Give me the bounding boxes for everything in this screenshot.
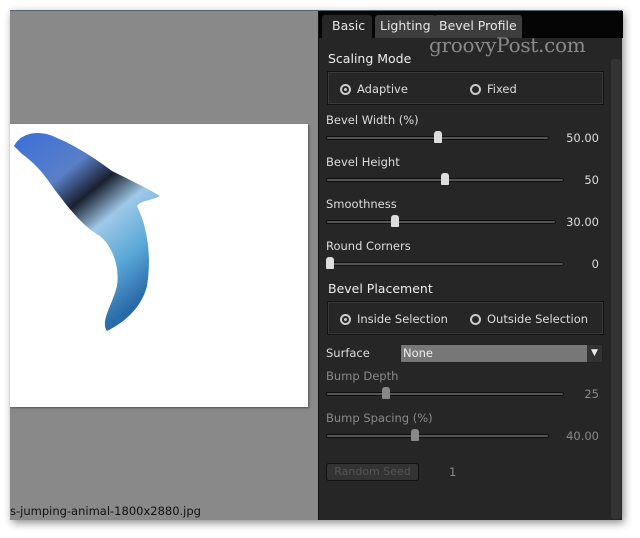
bevel-height-value: 50 bbox=[584, 173, 599, 187]
bump-depth-label: Bump Depth bbox=[326, 369, 399, 383]
surface-label: Surface bbox=[326, 346, 370, 360]
tab-basic[interactable]: Basic bbox=[322, 15, 372, 38]
surface-select[interactable]: None ▼ bbox=[400, 344, 603, 363]
slider-track bbox=[326, 220, 556, 224]
bevel-dialog: s-jumping-animal-1800x2880.jpg Basic Lig… bbox=[10, 10, 623, 520]
scaling-mode-title: Scaling Mode bbox=[328, 51, 412, 66]
radio-outside-selection[interactable]: Outside Selection bbox=[470, 312, 588, 326]
slider-track bbox=[326, 262, 564, 266]
chevron-down-icon[interactable]: ▼ bbox=[587, 345, 602, 362]
bump-spacing-value: 40.00 bbox=[566, 429, 599, 443]
bevel-width-label: Bevel Width (%) bbox=[326, 113, 419, 127]
radio-unselected-icon bbox=[470, 313, 481, 325]
bevel-width-slider[interactable] bbox=[326, 131, 549, 143]
radio-selected-icon bbox=[340, 313, 351, 325]
preview-canvas bbox=[10, 124, 308, 407]
radio-label: Adaptive bbox=[357, 82, 408, 96]
radio-unselected-icon bbox=[470, 83, 481, 95]
radio-adaptive[interactable]: Adaptive bbox=[340, 82, 408, 96]
random-seed-button[interactable]: Random Seed bbox=[326, 463, 419, 481]
bevel-height-slider[interactable] bbox=[326, 173, 564, 185]
radio-fixed[interactable]: Fixed bbox=[470, 82, 517, 96]
preview-area: s-jumping-animal-1800x2880.jpg bbox=[10, 11, 317, 520]
scrollbar[interactable] bbox=[611, 59, 621, 519]
smoothness-label: Smoothness bbox=[326, 197, 397, 211]
bump-depth-slider[interactable] bbox=[326, 387, 564, 399]
bump-depth-value: 25 bbox=[584, 387, 599, 401]
smoothness-value: 30.00 bbox=[566, 215, 599, 229]
bump-spacing-slider[interactable] bbox=[326, 429, 549, 441]
slider-thumb[interactable] bbox=[411, 429, 420, 441]
round-corners-label: Round Corners bbox=[326, 239, 411, 253]
radio-label: Outside Selection bbox=[487, 312, 589, 326]
slider-thumb[interactable] bbox=[381, 387, 390, 399]
bevel-placement-group: Inside Selection Outside Selection bbox=[327, 301, 604, 335]
bump-spacing-label: Bump Spacing (%) bbox=[326, 411, 433, 425]
radio-selected-icon bbox=[340, 83, 351, 95]
smoothness-slider[interactable] bbox=[326, 215, 556, 227]
slider-thumb[interactable] bbox=[441, 173, 449, 185]
random-seed-value: 1 bbox=[449, 465, 457, 479]
filename-label: s-jumping-animal-1800x2880.jpg bbox=[10, 504, 201, 518]
slider-thumb[interactable] bbox=[433, 131, 442, 143]
bevel-width-value: 50.00 bbox=[566, 131, 599, 145]
slider-track bbox=[326, 434, 549, 438]
tab-lighting[interactable]: Lighting bbox=[375, 15, 436, 38]
slider-track bbox=[326, 392, 564, 396]
round-corners-slider[interactable] bbox=[326, 257, 564, 269]
surface-value: None bbox=[403, 346, 434, 360]
scaling-mode-group: Adaptive Fixed bbox=[327, 71, 604, 105]
bevel-placement-title: Bevel Placement bbox=[328, 281, 433, 296]
round-corners-value: 0 bbox=[591, 257, 599, 271]
bevel-height-label: Bevel Height bbox=[326, 155, 400, 169]
settings-panel: Basic Lighting Bevel Profile groovyPost.… bbox=[318, 11, 623, 520]
watermark: groovyPost.com bbox=[429, 33, 586, 57]
radio-label: Inside Selection bbox=[357, 312, 448, 326]
slider-thumb[interactable] bbox=[391, 215, 399, 227]
slider-thumb[interactable] bbox=[326, 257, 334, 269]
dolphin-image bbox=[14, 133, 160, 331]
radio-label: Fixed bbox=[487, 82, 517, 96]
radio-inside-selection[interactable]: Inside Selection bbox=[340, 312, 448, 326]
